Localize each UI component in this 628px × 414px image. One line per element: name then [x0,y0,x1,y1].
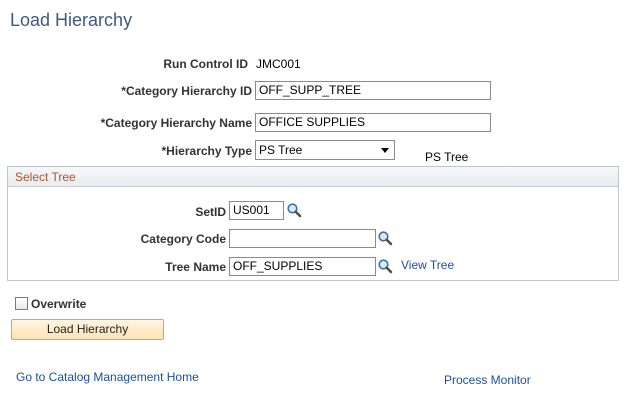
category-code-lookup-icon[interactable] [377,230,393,246]
select-tree-header [8,167,618,187]
category-code-input[interactable] [229,229,376,248]
process-monitor-link[interactable]: Process Monitor [444,373,531,387]
view-tree-link[interactable]: View Tree [401,258,454,272]
overwrite-checkbox[interactable] [15,297,28,310]
category-hierarchy-id-input[interactable]: OFF_SUPP_TREE [255,81,491,100]
hierarchy-type-selected: PS Tree [259,143,303,157]
tree-name-label: Tree Name [165,260,226,274]
category-hierarchy-name-input[interactable]: OFFICE SUPPLIES [255,113,491,132]
overwrite-label: Overwrite [31,297,87,311]
run-control-value: JMC001 [256,57,301,71]
run-control-label: Run Control ID [163,57,248,71]
tree-name-input[interactable]: OFF_SUPPLIES [229,257,376,276]
chevron-down-icon [381,148,389,153]
category-hierarchy-id-label: *Category Hierarchy ID [121,84,252,98]
load-hierarchy-button[interactable]: Load Hierarchy [11,319,164,340]
setid-label: SetID [195,205,226,219]
setid-lookup-icon[interactable] [286,202,302,218]
select-tree-title: Select Tree [15,170,76,184]
page-title: Load Hierarchy [10,10,133,30]
category-code-label: Category Code [140,232,226,246]
hierarchy-type-select[interactable]: PS Tree [255,140,395,160]
catalog-management-home-link[interactable]: Go to Catalog Management Home [16,370,199,384]
tree-name-lookup-icon[interactable] [377,258,393,274]
category-hierarchy-name-label: *Category Hierarchy Name [100,116,252,130]
hierarchy-type-label: *Hierarchy Type [161,144,253,158]
setid-input[interactable]: US001 [229,201,284,220]
hierarchy-type-display: PS Tree [425,150,469,164]
